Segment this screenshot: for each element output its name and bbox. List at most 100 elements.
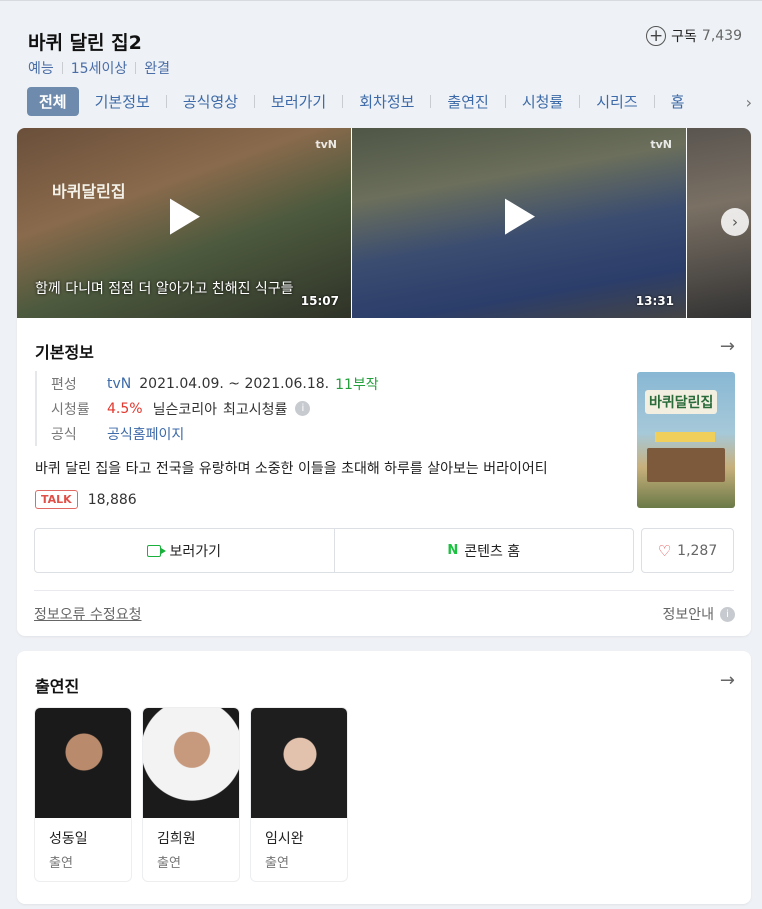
program-poster[interactable]: 바퀴달린집	[637, 372, 735, 508]
divider	[430, 94, 432, 108]
talk-count: 18,886	[87, 491, 137, 508]
program-title[interactable]: 바퀴 달린 집2	[28, 28, 142, 55]
program-header: 바퀴 달린 집2 예능 15세이상 완결 + 구독 7,439 전체 기본정보 …	[0, 0, 762, 128]
official-label: 공식	[51, 426, 77, 443]
genre-tag[interactable]: 예능	[28, 58, 54, 78]
watch-label: 보러가기	[169, 543, 222, 560]
cast-name: 성동일	[49, 831, 88, 847]
cast-role: 출연	[157, 856, 181, 871]
program-meta: 예능 15세이상 완결	[28, 58, 170, 78]
arrow-right-icon[interactable]: →	[720, 336, 735, 357]
channel-logo: tvN	[650, 138, 672, 151]
video-clip[interactable]: tvN 13:31	[352, 128, 686, 318]
talk-badge[interactable]: TALK	[35, 490, 78, 509]
rating-value: 4.5%	[107, 400, 143, 417]
poster-title: 바퀴달린집	[645, 390, 718, 414]
divider	[342, 94, 344, 108]
broadcast-row: 편성 tvN 2021.04.09. ~ 2021.06.18. 11부작	[51, 371, 379, 396]
tab-ratings[interactable]: 시청률	[522, 91, 563, 112]
like-button[interactable]: ♡ 1,287	[641, 528, 734, 573]
broadcast-period: 2021.04.09. ~ 2021.06.18.	[139, 375, 330, 392]
play-icon[interactable]	[166, 197, 202, 241]
tab-all[interactable]: 전체	[27, 86, 79, 116]
divider	[653, 94, 655, 108]
rating-type: 최고시청률	[222, 401, 288, 418]
show-logo: 바퀴달린집	[52, 182, 126, 201]
chevron-right-icon[interactable]: ›	[746, 93, 752, 112]
divider	[61, 62, 63, 74]
info-guide-label: 정보안내	[662, 607, 714, 623]
cast-card-section: 출연진 → 성동일 출연 김희원 출연 임시완 출연	[17, 651, 751, 904]
tab-cast[interactable]: 출연진	[447, 91, 488, 112]
poster-banner	[655, 432, 715, 442]
basic-info-title: 기본정보	[35, 343, 94, 362]
tab-basic-info[interactable]: 기본정보	[95, 91, 150, 112]
age-rating[interactable]: 15세이상	[71, 58, 127, 78]
cast-list: 성동일 출연 김희원 출연 임시완 출연	[34, 707, 358, 882]
cast-role: 출연	[49, 856, 73, 871]
video-clip[interactable]: tvN 바퀴달린집 함께 다니며 점점 더 알아가고 친해진 식구들 15:07	[17, 128, 351, 318]
cast-member[interactable]: 임시완 출연	[250, 707, 348, 882]
channel-logo: tvN	[315, 138, 337, 151]
divider	[254, 94, 256, 108]
rating-label: 시청률	[51, 401, 90, 418]
arrow-right-icon[interactable]: →	[720, 670, 735, 691]
video-icon	[147, 544, 167, 557]
carousel-next-icon[interactable]: ›	[721, 208, 749, 236]
like-count: 1,287	[677, 542, 718, 559]
tab-home[interactable]: 홈	[671, 91, 685, 112]
cast-photo	[143, 708, 239, 818]
channel-link[interactable]: tvN	[107, 376, 131, 392]
naver-n-icon: N	[447, 543, 459, 558]
broadcast-label: 편성	[51, 376, 77, 393]
divider	[504, 94, 506, 108]
contents-home-button[interactable]: N 콘텐츠 홈	[333, 529, 634, 572]
clip-caption: 함께 다니며 점점 더 알아가고 친해진 식구들	[35, 281, 294, 297]
divider	[135, 62, 137, 74]
basic-info-card: tvN 바퀴달린집 함께 다니며 점점 더 알아가고 친해진 식구들 15:07…	[17, 128, 751, 636]
cast-photo	[251, 708, 347, 818]
cast-member[interactable]: 성동일 출연	[34, 707, 132, 882]
cast-photo	[35, 708, 131, 818]
info-guide-button[interactable]: 정보안내 i	[662, 604, 735, 624]
tab-watch[interactable]: 보러가기	[271, 91, 326, 112]
subscribe-button[interactable]: + 구독 7,439	[646, 26, 742, 46]
info-icon: i	[720, 606, 735, 622]
rating-source: 닐슨코리아	[152, 401, 217, 418]
official-homepage-link[interactable]: 공식홈페이지	[107, 424, 184, 444]
divider	[579, 94, 581, 108]
episode-count[interactable]: 11부작	[335, 374, 379, 394]
contents-home-label: 콘텐츠 홈	[464, 543, 521, 560]
info-icon[interactable]: i	[295, 401, 311, 416]
cast-name: 김희원	[157, 831, 196, 847]
subscribe-count: 7,439	[701, 28, 742, 44]
cast-member[interactable]: 김희원 출연	[142, 707, 240, 882]
plus-icon: +	[646, 26, 667, 46]
play-icon[interactable]	[501, 197, 537, 241]
poster-house	[647, 448, 725, 482]
clip-duration: 15:07	[300, 294, 339, 308]
tab-bar: 전체 기본정보 공식영상 보러가기 회차정보 출연진 시청률 시리즈 홈	[27, 86, 762, 116]
button-group: 보러가기 N 콘텐츠 홈	[34, 528, 634, 573]
heart-icon: ♡	[657, 541, 672, 560]
cast-title: 출연진	[35, 677, 80, 696]
tab-official-video[interactable]: 공식영상	[183, 91, 238, 112]
program-description: 바퀴 달린 집을 타고 전국을 유랑하며 소중한 이들을 초대해 하루를 살아보…	[35, 461, 548, 477]
cast-role: 출연	[265, 856, 289, 871]
clip-duration: 13:31	[635, 294, 674, 308]
info-rows: 편성 tvN 2021.04.09. ~ 2021.06.18. 11부작 시청…	[35, 371, 379, 446]
talk-section[interactable]: TALK 18,886	[35, 490, 137, 509]
video-clip-carousel: tvN 바퀴달린집 함께 다니며 점점 더 알아가고 친해진 식구들 15:07…	[17, 128, 751, 318]
divider	[34, 590, 734, 591]
status-tag[interactable]: 완결	[144, 58, 170, 78]
official-row: 공식 공식홈페이지	[51, 421, 379, 446]
subscribe-label: 구독	[671, 29, 697, 45]
watch-button[interactable]: 보러가기	[35, 529, 334, 572]
tab-episodes[interactable]: 회차정보	[359, 91, 414, 112]
report-error-link[interactable]: 정보오류 수정요청	[34, 604, 142, 624]
divider	[165, 94, 167, 108]
rating-row: 시청률 4.5% 닐슨코리아 최고시청률 i	[51, 396, 379, 421]
action-buttons: 보러가기 N 콘텐츠 홈 ♡ 1,287	[34, 528, 734, 573]
cast-name: 임시완	[265, 831, 304, 847]
tab-series[interactable]: 시리즈	[596, 91, 637, 112]
